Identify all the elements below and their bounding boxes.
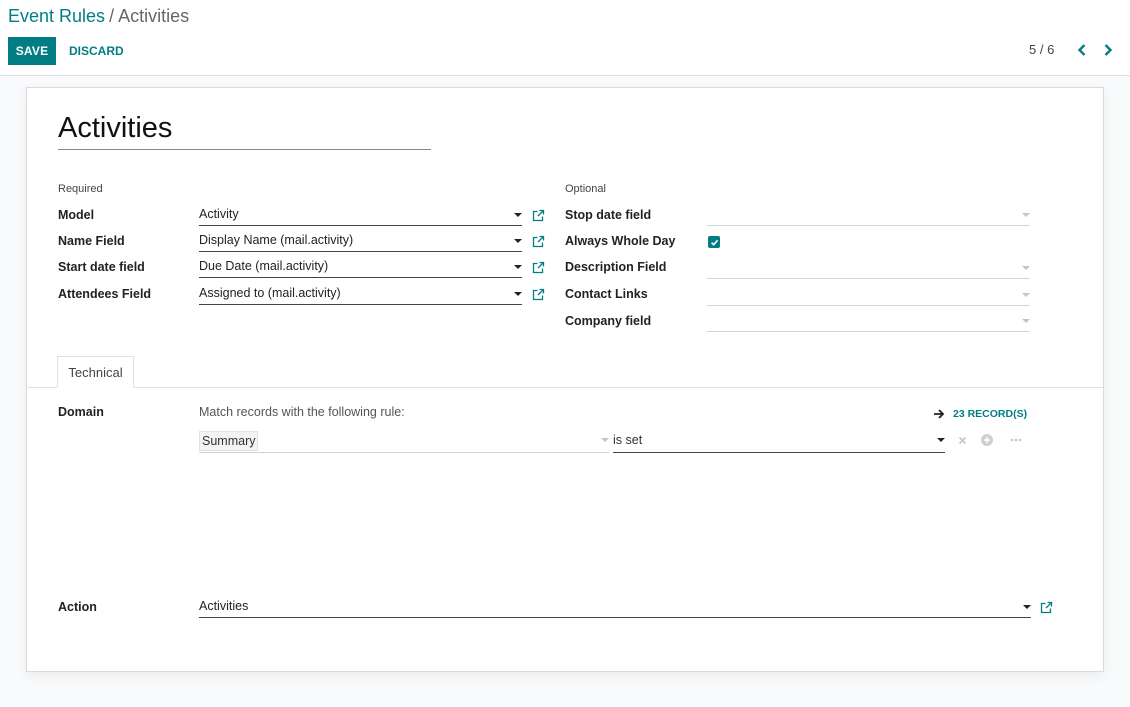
- breadcrumb: Event Rules / Activities: [8, 6, 189, 27]
- model-external-link-icon[interactable]: [532, 209, 545, 222]
- description-field[interactable]: [707, 258, 1030, 279]
- control-panel: Event Rules / Activities SAVE DISCARD 5 / …: [0, 0, 1130, 76]
- caret-down-icon: [514, 292, 522, 296]
- more-options-icon[interactable]: [1010, 434, 1022, 446]
- start-date-label: Start date field: [58, 260, 145, 274]
- caret-down-icon: [1023, 605, 1031, 609]
- breadcrumb-current: Activities: [118, 6, 190, 26]
- stop-date-field[interactable]: [707, 205, 1030, 226]
- caret-down-icon: [1022, 319, 1030, 323]
- check-icon: [710, 239, 718, 246]
- tab-technical[interactable]: Technical: [57, 356, 134, 388]
- save-button[interactable]: SAVE: [8, 37, 56, 65]
- domain-label: Domain: [58, 405, 104, 419]
- name-field-label: Name Field: [58, 234, 125, 248]
- action-value: Activities: [199, 599, 249, 613]
- action-label: Action: [58, 600, 97, 614]
- start-date-value: Due Date (mail.activity): [199, 259, 329, 273]
- contact-links-label: Contact Links: [565, 287, 648, 301]
- discard-button[interactable]: DISCARD: [62, 37, 131, 65]
- start-date-external-link-icon[interactable]: [532, 261, 545, 274]
- name-field-value: Display Name (mail.activity): [199, 233, 354, 247]
- notebook-divider: [27, 387, 1103, 388]
- add-rule-icon[interactable]: [981, 434, 993, 446]
- attendees-field[interactable]: Assigned to (mail.activity): [199, 284, 522, 305]
- company-field[interactable]: [707, 311, 1030, 332]
- chevron-right-icon: [1104, 44, 1113, 56]
- attendees-label: Attendees Field: [58, 287, 152, 301]
- domain-description: Match records with the following rule:: [199, 405, 405, 419]
- always-whole-day-checkbox[interactable]: [708, 236, 720, 248]
- contact-links-field[interactable]: [707, 285, 1030, 306]
- action-external-link-icon[interactable]: [1040, 601, 1053, 614]
- caret-down-icon: [514, 265, 522, 269]
- form-sheet: Activities Required Optional Model Activ…: [26, 87, 1104, 672]
- model-field[interactable]: Activity: [199, 205, 522, 226]
- delete-rule-icon[interactable]: [956, 434, 968, 446]
- description-field-label: Description Field: [565, 260, 667, 274]
- caret-down-icon: [514, 213, 522, 217]
- group-label-optional: Optional: [565, 183, 606, 195]
- name-field-external-link-icon[interactable]: [532, 235, 545, 248]
- chevron-left-icon: [1077, 44, 1086, 56]
- always-whole-day-label: Always Whole Day: [565, 234, 676, 248]
- caret-down-icon: [1022, 213, 1030, 217]
- caret-down-icon: [937, 438, 945, 442]
- records-count: 23 RECORD(S): [953, 408, 1028, 420]
- model-value: Activity: [199, 207, 239, 221]
- stop-date-label: Stop date field: [565, 208, 652, 222]
- caret-down-icon: [1022, 293, 1030, 297]
- domain-field-chip: Summary: [199, 431, 259, 451]
- pager-next-button[interactable]: [1099, 40, 1117, 60]
- attendees-external-link-icon[interactable]: [532, 288, 545, 301]
- breadcrumb-parent-link[interactable]: Event Rules: [8, 6, 105, 26]
- records-link[interactable]: 23 RECORD(S): [933, 408, 1027, 420]
- start-date-field[interactable]: Due Date (mail.activity): [199, 257, 522, 278]
- domain-operator-value: is set: [613, 433, 643, 447]
- domain-field-selector[interactable]: Summary: [199, 430, 609, 453]
- attendees-value: Assigned to (mail.activity): [199, 286, 341, 300]
- group-label-required: Required: [58, 183, 103, 195]
- company-field-label: Company field: [565, 314, 652, 328]
- action-field[interactable]: Activities: [199, 597, 1031, 618]
- name-field[interactable]: Activities: [58, 110, 431, 150]
- arrow-right-icon: [933, 409, 945, 419]
- pager-value: 5 / 6: [1029, 42, 1055, 57]
- caret-down-icon: [601, 438, 609, 442]
- domain-operator-select[interactable]: is set: [613, 430, 945, 453]
- name-field-select[interactable]: Display Name (mail.activity): [199, 231, 522, 252]
- model-label: Model: [58, 208, 95, 222]
- pager-previous-button[interactable]: [1073, 40, 1091, 60]
- caret-down-icon: [514, 239, 522, 243]
- caret-down-icon: [1022, 266, 1030, 270]
- breadcrumb-separator: /: [109, 6, 115, 26]
